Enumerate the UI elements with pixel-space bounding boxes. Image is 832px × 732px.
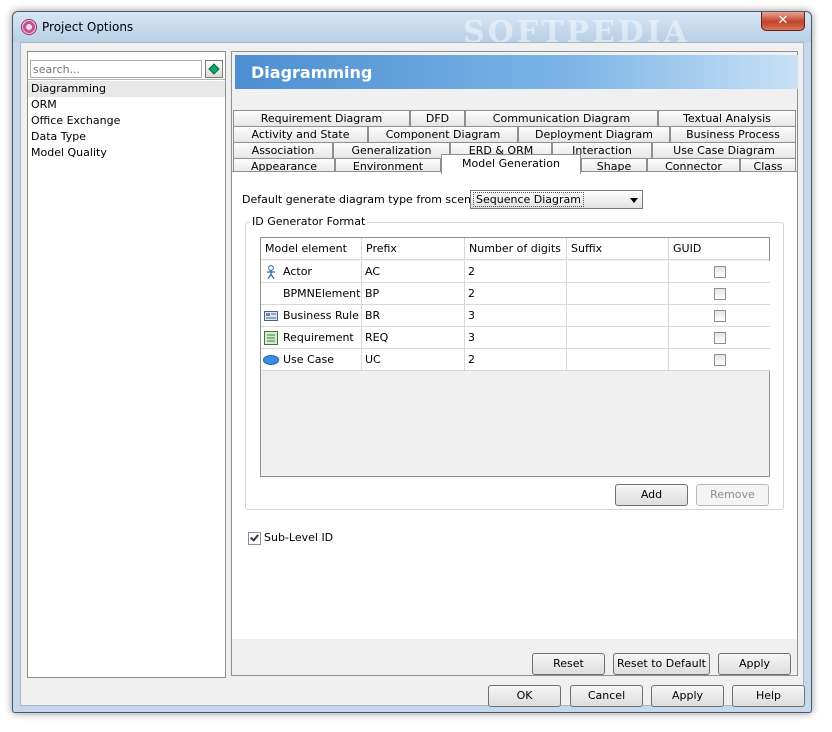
sub-level-id-checkbox[interactable] bbox=[248, 532, 261, 545]
window-title: Project Options bbox=[42, 20, 134, 34]
tab-use-case-diagram[interactable]: Use Case Diagram bbox=[652, 142, 796, 158]
title-bar[interactable]: Project Options SOFTPEDIA ✕ bbox=[13, 12, 811, 50]
tab-generalization[interactable]: Generalization bbox=[333, 142, 450, 158]
model-generation-page: Default generate diagram type from scena… bbox=[232, 171, 797, 639]
cancel-button[interactable]: Cancel bbox=[570, 685, 643, 707]
guid-cell bbox=[669, 349, 770, 371]
digits-cell[interactable]: 2 bbox=[465, 261, 567, 283]
tab-requirement-diagram[interactable]: Requirement Diagram bbox=[233, 110, 410, 126]
guid-cell bbox=[669, 305, 770, 327]
digits-cell[interactable]: 2 bbox=[465, 283, 567, 305]
category-item-model-quality[interactable]: Model Quality bbox=[28, 145, 225, 161]
guid-checkbox[interactable] bbox=[714, 354, 726, 366]
reset-button[interactable]: Reset bbox=[532, 653, 605, 675]
guid-checkbox[interactable] bbox=[714, 310, 726, 322]
prefix-cell[interactable]: BP bbox=[362, 283, 465, 305]
id-generator-format-group: ID Generator Format Model element Prefix… bbox=[245, 215, 784, 510]
table-row[interactable]: BPMNElement BP 2 bbox=[261, 283, 770, 305]
project-options-window: Project Options SOFTPEDIA ✕ Diagramming … bbox=[12, 11, 812, 713]
tab-dfd[interactable]: DFD bbox=[410, 110, 465, 126]
close-button[interactable]: ✕ bbox=[761, 12, 805, 31]
digits-cell[interactable]: 3 bbox=[465, 305, 567, 327]
column-header-prefix[interactable]: Prefix bbox=[362, 238, 465, 260]
model-element-cell[interactable]: Requirement bbox=[261, 327, 362, 349]
suffix-cell[interactable] bbox=[567, 261, 669, 283]
tab-textual-analysis[interactable]: Textual Analysis bbox=[658, 110, 796, 126]
guid-checkbox[interactable] bbox=[714, 332, 726, 344]
scenario-diagram-type-dropdown[interactable]: Sequence Diagram bbox=[470, 190, 643, 209]
add-button[interactable]: Add bbox=[615, 484, 688, 506]
tab-communication-diagram[interactable]: Communication Diagram bbox=[465, 110, 658, 126]
dialog-client-area: Diagramming ORM Office Exchange Data Typ… bbox=[20, 42, 805, 707]
scenario-selected-value: Sequence Diagram bbox=[473, 192, 584, 207]
use-case-icon bbox=[263, 355, 279, 365]
column-header-number-of-digits[interactable]: Number of digits bbox=[465, 238, 567, 260]
guid-checkbox[interactable] bbox=[714, 266, 726, 278]
search-button[interactable] bbox=[205, 60, 223, 78]
prefix-cell[interactable]: AC bbox=[362, 261, 465, 283]
dropdown-arrow-icon bbox=[630, 198, 638, 203]
scenario-label: Default generate diagram type from scena… bbox=[242, 193, 500, 206]
options-category-panel: Diagramming ORM Office Exchange Data Typ… bbox=[27, 51, 226, 678]
apply-button[interactable]: Apply bbox=[651, 685, 724, 707]
table-row[interactable]: Requirement REQ 3 bbox=[261, 327, 770, 349]
id-generator-table: Model element Prefix Number of digits Su… bbox=[260, 237, 770, 477]
tab-deployment-diagram[interactable]: Deployment Diagram bbox=[518, 126, 670, 142]
model-element-cell[interactable]: Business Rule bbox=[261, 305, 362, 327]
prefix-cell[interactable]: BR bbox=[362, 305, 465, 327]
tab-model-generation[interactable]: Model Generation bbox=[441, 154, 581, 174]
prefix-cell[interactable]: UC bbox=[362, 349, 465, 371]
sub-level-id-label: Sub-Level ID bbox=[264, 531, 334, 544]
category-list: Diagramming ORM Office Exchange Data Typ… bbox=[28, 81, 225, 161]
model-element-cell[interactable]: Actor bbox=[261, 261, 362, 283]
category-item-data-type[interactable]: Data Type bbox=[28, 129, 225, 145]
prefix-cell[interactable]: REQ bbox=[362, 327, 465, 349]
table-row[interactable]: Business Rule BR 3 bbox=[261, 305, 770, 327]
search-diamond-icon bbox=[208, 63, 220, 75]
checkmark-icon bbox=[250, 532, 259, 542]
help-button[interactable]: Help bbox=[732, 685, 805, 707]
group-title: ID Generator Format bbox=[250, 215, 368, 228]
column-header-guid[interactable]: GUID bbox=[669, 238, 770, 260]
guid-cell bbox=[669, 261, 770, 283]
model-element-cell[interactable]: Use Case bbox=[261, 349, 362, 371]
column-header-suffix[interactable]: Suffix bbox=[567, 238, 669, 260]
digits-cell[interactable]: 3 bbox=[465, 327, 567, 349]
section-title: Diagramming bbox=[251, 63, 373, 82]
search-bar bbox=[28, 52, 225, 80]
ok-button[interactable]: OK bbox=[488, 685, 561, 707]
search-input[interactable] bbox=[30, 60, 202, 78]
suffix-cell[interactable] bbox=[567, 327, 669, 349]
diagramming-options-panel: Diagramming Requirement Diagram DFD Comm… bbox=[231, 51, 798, 676]
table-row[interactable]: Use Case UC 2 bbox=[261, 349, 770, 371]
column-header-model-element[interactable]: Model element bbox=[261, 238, 362, 260]
actor-icon bbox=[267, 265, 275, 279]
suffix-cell[interactable] bbox=[567, 349, 669, 371]
guid-cell bbox=[669, 327, 770, 349]
business-rule-icon bbox=[264, 311, 278, 321]
category-item-orm[interactable]: ORM bbox=[28, 97, 225, 113]
panel-apply-button[interactable]: Apply bbox=[718, 653, 791, 675]
category-item-office-exchange[interactable]: Office Exchange bbox=[28, 113, 225, 129]
requirement-icon bbox=[264, 331, 278, 345]
reset-to-default-button[interactable]: Reset to Default bbox=[613, 653, 710, 675]
tab-activity-and-state[interactable]: Activity and State bbox=[233, 126, 368, 142]
guid-cell bbox=[669, 283, 770, 305]
tab-association[interactable]: Association bbox=[233, 142, 333, 158]
table-row[interactable]: Actor AC 2 bbox=[261, 261, 770, 283]
guid-checkbox[interactable] bbox=[714, 288, 726, 300]
tab-component-diagram[interactable]: Component Diagram bbox=[368, 126, 518, 142]
digits-cell[interactable]: 2 bbox=[465, 349, 567, 371]
close-icon: ✕ bbox=[777, 13, 789, 28]
section-header-banner: Diagramming bbox=[235, 55, 798, 89]
category-item-diagramming[interactable]: Diagramming bbox=[28, 81, 225, 97]
model-element-cell[interactable]: BPMNElement bbox=[261, 283, 362, 305]
tab-business-process[interactable]: Business Process bbox=[670, 126, 796, 142]
suffix-cell[interactable] bbox=[567, 283, 669, 305]
app-logo-icon bbox=[21, 19, 37, 35]
suffix-cell[interactable] bbox=[567, 305, 669, 327]
table-header: Model element Prefix Number of digits Su… bbox=[261, 238, 769, 260]
remove-button[interactable]: Remove bbox=[696, 484, 769, 506]
